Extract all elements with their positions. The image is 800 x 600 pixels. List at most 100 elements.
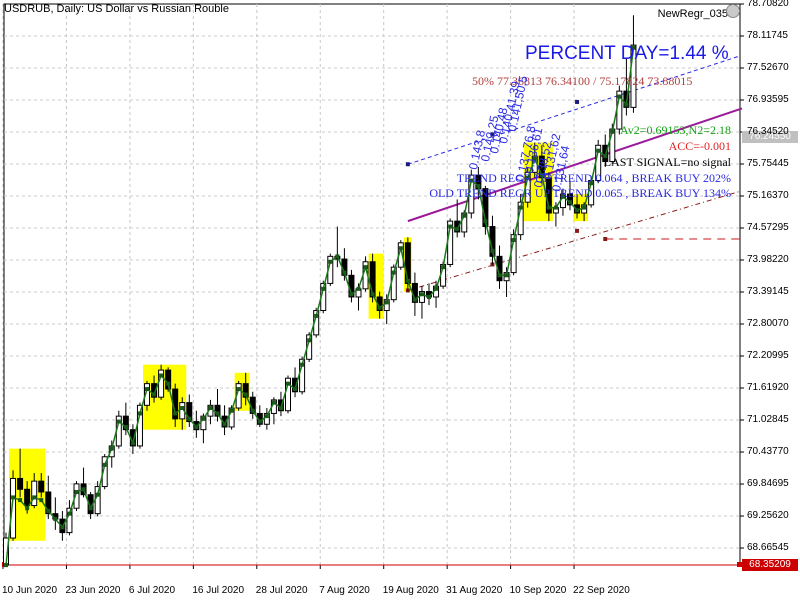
indicator-name: NewRegr_035: [657, 8, 728, 20]
regression-marker: [88, 506, 93, 511]
price-tick-label: 77.52670: [747, 62, 789, 73]
regression-marker: [441, 265, 446, 270]
percent-day-label: PERCENT DAY=1.44 %: [525, 43, 729, 64]
regression-marker: [363, 265, 368, 270]
regression-marker: [504, 273, 509, 278]
regression-marker: [314, 313, 319, 318]
regression-marker: [286, 381, 290, 386]
regression-marker: [81, 487, 86, 492]
time-tick-label: 19 Aug 2020: [382, 585, 439, 596]
regression-marker: [152, 392, 157, 397]
candle-bull: [94, 486, 101, 515]
price-tick-label: 68.66545: [747, 542, 789, 554]
regression-marker: [32, 495, 37, 500]
regression-marker: [67, 511, 72, 516]
regression-marker: [610, 129, 615, 134]
price-tick-label: 71.61920: [747, 382, 789, 394]
time-tick-label: 16 Jul 2020: [192, 585, 245, 596]
regression-marker: [229, 408, 234, 413]
price-chart[interactable]: [0, 0, 800, 600]
time-tick-label: 6 Jul 2020: [128, 585, 176, 596]
chart-window[interactable]: USDRUB, Daily: US Dollar vs Russian Roub…: [0, 0, 800, 600]
regression-marker: [53, 517, 58, 522]
time-tick-label: 7 Aug 2020: [319, 585, 370, 596]
regression-marker: [145, 387, 149, 392]
channel-lower-marker: [575, 228, 580, 233]
regression-marker: [264, 414, 269, 419]
regression-marker: [130, 441, 135, 446]
regression-marker: [11, 495, 16, 500]
price-tick-label: 73.39145: [747, 286, 789, 297]
regression-marker: [4, 563, 8, 568]
regression-marker: [490, 248, 495, 253]
regression-marker: [243, 392, 248, 397]
regression-marker: [370, 292, 375, 297]
regression-marker: [335, 254, 340, 259]
regression-marker: [448, 224, 453, 229]
regression-marker: [349, 292, 354, 297]
price-tick-label: 72.80070: [747, 318, 789, 329]
candle-bull: [31, 480, 38, 507]
regression-marker: [300, 362, 305, 367]
regression-marker: [25, 506, 30, 511]
regression-marker: [194, 424, 199, 429]
indicator-settings-icon[interactable]: [726, 4, 740, 18]
regression-marker: [208, 406, 213, 411]
time-tick-label: 10 Jun 2020: [2, 585, 58, 596]
regression-marker: [166, 381, 171, 386]
regression-marker: [546, 205, 551, 210]
regression-marker: [201, 416, 206, 421]
regression-marker: [483, 219, 488, 224]
price-tick-label: 73.98220: [747, 254, 789, 265]
regression-marker: [271, 400, 276, 405]
price-tick-label: 72.20995: [747, 350, 789, 362]
time-tick-label: 23 Jun 2020: [65, 585, 121, 596]
candle-bear: [24, 488, 31, 507]
symbol-header: USDRUB, Daily: US Dollar vs Russian Roub…: [4, 3, 229, 15]
regression-marker: [18, 498, 23, 503]
regression-marker: [137, 411, 142, 416]
regression-marker: [511, 238, 516, 243]
regression-marker: [455, 227, 460, 232]
trend-label: TREND REGR UP TREND 0.064 , BREAK BUY 20…: [456, 171, 731, 185]
regression-marker: [187, 416, 192, 421]
regression-marker: [116, 419, 121, 424]
regression-marker: [74, 489, 79, 494]
regression-marker: [222, 422, 227, 427]
candle-bear: [38, 480, 45, 493]
time-tick-label: 10 Sep 2020: [509, 585, 567, 596]
price-tick-label: 69.25620: [747, 510, 789, 522]
price-tick-label: 75.16370: [747, 190, 789, 201]
regression-marker: [617, 94, 622, 99]
regression-marker: [377, 305, 382, 310]
regression-marker: [293, 387, 298, 392]
regression-marker: [419, 292, 424, 297]
regression-marker: [328, 259, 333, 264]
time-tick-label: 22 Sep 2020: [573, 585, 630, 596]
price-tick-label: 75.75445: [747, 158, 789, 169]
regression-marker: [342, 270, 347, 275]
regression-marker: [159, 373, 164, 378]
price-tick-label: 69.84695: [747, 478, 789, 490]
low-line-price-tag: 68.35209: [742, 559, 798, 571]
av2-label: Av2=0.69153,N2=2.18: [620, 123, 731, 137]
regression-marker: [391, 270, 396, 275]
regression-marker: [384, 300, 389, 305]
regression-marker: [236, 387, 241, 392]
regression-marker: [497, 273, 502, 278]
price-tick-label: 78.70820: [747, 0, 789, 9]
level-marker: [603, 237, 608, 242]
regression-marker: [624, 102, 629, 107]
candle-bear: [17, 477, 24, 490]
regression-marker: [60, 525, 65, 530]
levels-label: 50% 77.36813 76.34100 / 75.17824 73.8801…: [472, 74, 693, 88]
old-trend-label: OLD TREND REGR UP TREND 0.065 , BREAK BU…: [429, 186, 731, 200]
regression-marker: [321, 286, 326, 291]
acc-label: ACC=-0.001: [668, 139, 731, 153]
price-tick-label: 71.02845: [747, 414, 789, 426]
last-signal-label: LAST SIGNAL=no signal: [603, 155, 731, 169]
regression-marker: [215, 411, 220, 416]
regression-marker: [278, 406, 283, 411]
regression-marker: [39, 498, 44, 503]
regression-marker: [250, 408, 255, 413]
